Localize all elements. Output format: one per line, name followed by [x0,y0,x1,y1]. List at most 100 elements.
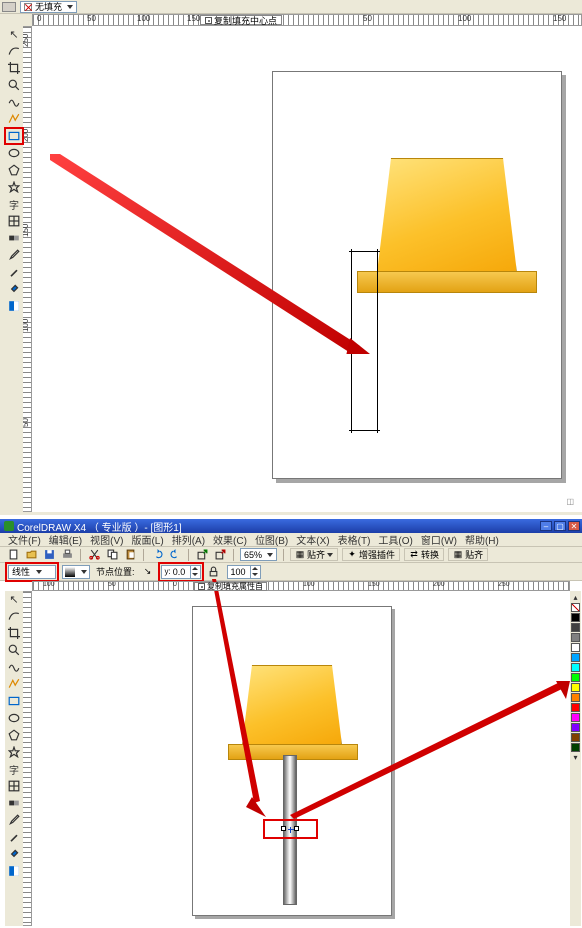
tool-ellipse[interactable] [5,145,23,161]
snap-button[interactable]: ▦ 贴齐 [290,548,338,561]
copy-button[interactable] [105,548,119,562]
fill-type-dropdown[interactable]: 线性 [8,565,56,579]
swatch[interactable] [571,703,580,712]
ruler-horizontal[interactable]: 0 50 100 150 0 50 100 150 [32,14,582,26]
tool-crop[interactable] [5,60,23,76]
y-position-input[interactable]: y: 0.0 [161,565,201,579]
tool-eyedropper[interactable] [5,247,23,263]
swatch[interactable] [571,643,580,652]
tool-freehand[interactable] [5,659,23,675]
tool-shape[interactable] [5,43,23,59]
wooden-block-shape[interactable] [228,665,358,760]
save-button[interactable] [42,548,56,562]
undo-button[interactable] [150,548,164,562]
wooden-block-shape[interactable] [357,158,537,293]
tool-fill[interactable] [5,281,23,297]
tool-ellipse[interactable] [5,710,23,726]
menu-layout[interactable]: 版面(L) [131,532,163,547]
print-button[interactable] [60,548,74,562]
tool-polygon[interactable] [5,727,23,743]
tool-text[interactable]: 字 [5,761,23,777]
menu-effects[interactable]: 效果(C) [213,532,247,547]
tool-freehand[interactable] [5,94,23,110]
tool-interactive[interactable] [5,230,23,246]
tool-smartfill[interactable] [5,111,23,127]
minimize-button[interactable]: – [540,521,552,531]
import-button[interactable] [195,548,209,562]
ruler-vertical[interactable]: 250 200 150 100 50 [22,26,32,512]
swatch[interactable] [571,633,580,642]
selected-rectangle[interactable] [351,251,378,431]
swatch[interactable] [571,613,580,622]
menu-table[interactable]: 表格(T) [338,532,371,547]
palette-scroll-down[interactable]: ▾ [571,753,580,762]
outline-swatch[interactable] [2,2,16,12]
tool-interactive[interactable] [5,795,23,811]
tool-table[interactable] [5,213,23,229]
tool-interactive-fill[interactable] [5,863,23,879]
close-button[interactable]: ✕ [568,521,580,531]
swatch-none[interactable] [571,603,580,612]
tool-pick[interactable]: ↖ [5,591,23,607]
cut-button[interactable] [87,548,101,562]
export-button[interactable] [213,548,227,562]
palette-scroll-up[interactable]: ▴ [571,593,580,602]
menu-tools[interactable]: 工具(O) [378,532,412,547]
enhance-button[interactable]: ✦ 增强插件 [342,548,400,561]
copy-fill-from-button[interactable]: 复制填充属性自 [194,582,267,591]
open-button[interactable] [24,548,38,562]
convert-button[interactable]: ⇄ 转换 [404,548,444,561]
tool-table[interactable] [5,778,23,794]
snap2-button[interactable]: ▦ 贴齐 [448,548,488,561]
menu-file[interactable]: 文件(F) [8,532,41,547]
tool-eyedropper[interactable] [5,812,23,828]
ruler-horizontal[interactable]: 100 50 0 50 100 150 200 250 [32,581,570,591]
tool-zoom[interactable] [5,77,23,93]
menu-window[interactable]: 窗口(W) [421,532,457,547]
new-button[interactable] [6,548,20,562]
tool-text[interactable]: 字 [5,196,23,212]
swatch[interactable] [571,743,580,752]
menu-text[interactable]: 文本(X) [296,532,329,547]
menu-edit[interactable]: 编辑(E) [49,532,82,547]
lock-icon[interactable] [207,565,221,579]
maximize-button[interactable]: ▢ [554,521,566,531]
swatch[interactable] [571,723,580,732]
swatch[interactable] [571,693,580,702]
menu-arrange[interactable]: 排列(A) [172,532,205,547]
tool-rectangle[interactable] [5,128,23,144]
tool-pick[interactable]: ↖ [5,26,23,42]
tool-fill[interactable] [5,846,23,862]
canvas[interactable] [32,591,570,926]
canvas[interactable]: ◫ [32,26,582,512]
edit-fill-button[interactable] [62,565,90,579]
tool-rectangle[interactable] [5,693,23,709]
zoom-dropdown[interactable]: 65% [240,548,277,561]
tool-outline[interactable] [5,829,23,845]
swatch[interactable] [571,673,580,682]
scale-input[interactable]: 100 [227,565,261,579]
tool-shape[interactable] [5,608,23,624]
copy-fill-center-button[interactable]: 复制填充中心点 [200,15,282,25]
paste-button[interactable] [123,548,137,562]
swatch[interactable] [571,683,580,692]
tool-zoom[interactable] [5,642,23,658]
redo-button[interactable] [168,548,182,562]
tool-interactive-fill[interactable] [5,298,23,314]
swatch[interactable] [571,653,580,662]
tool-outline[interactable] [5,264,23,280]
menu-view[interactable]: 视图(V) [90,532,123,547]
tool-basic-shapes[interactable] [5,179,23,195]
menu-help[interactable]: 帮助(H) [465,532,499,547]
swatch[interactable] [571,733,580,742]
prop-icon[interactable]: ↘ [141,565,155,579]
tool-polygon[interactable] [5,162,23,178]
tool-basic-shapes[interactable] [5,744,23,760]
swatch[interactable] [571,663,580,672]
fill-dropdown[interactable]: 无填充 [20,1,77,13]
ruler-vertical[interactable] [22,591,32,926]
tool-smartfill[interactable] [5,676,23,692]
window-titlebar[interactable]: CorelDRAW X4 （ 专业版 ）- [图形1] – ▢ ✕ [0,519,582,533]
swatch[interactable] [571,623,580,632]
swatch[interactable] [571,713,580,722]
